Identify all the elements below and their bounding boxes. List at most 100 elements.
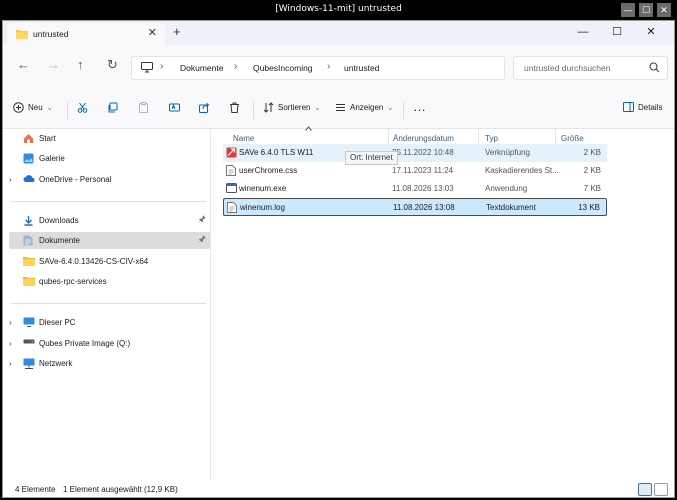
sidebar-item-label: qubes-rpc-services xyxy=(39,277,107,286)
download-icon xyxy=(23,215,34,228)
sort-ascending-icon xyxy=(305,126,312,133)
breadcrumb-untrusted[interactable]: untrusted xyxy=(344,63,379,73)
view-button[interactable]: Anzeigen ⌄ xyxy=(335,102,393,113)
tab-close-icon[interactable]: ✕ xyxy=(148,26,157,39)
text-file-icon xyxy=(227,202,237,215)
expand-chevron-icon[interactable]: › xyxy=(9,318,17,327)
expand-chevron-icon[interactable]: › xyxy=(9,339,17,348)
window-controls: — ☐ ✕ xyxy=(566,22,668,42)
scissors-icon xyxy=(77,102,88,113)
new-tab-button[interactable]: + xyxy=(173,24,181,39)
file-type: Anwendung xyxy=(485,184,528,193)
sidebar-item-start[interactable]: Start xyxy=(9,130,210,147)
plus-circle-icon xyxy=(13,102,24,113)
sidebar-item-qubes-private-image[interactable]: › Qubes Private Image (Q:) xyxy=(9,335,210,352)
column-header-type[interactable]: Typ xyxy=(485,134,498,143)
chevron-down-icon: ⌄ xyxy=(46,104,53,112)
share-button[interactable] xyxy=(199,102,210,113)
details-view-button[interactable] xyxy=(638,483,652,496)
sidebar-item-save-folder[interactable]: SAVe-6.4.0.13426-CS-CIV-x64 xyxy=(9,253,210,270)
more-options-button[interactable]: … xyxy=(413,99,426,114)
maximize-button[interactable]: ☐ xyxy=(600,22,634,42)
breadcrumb-qubesincoming[interactable]: QubesIncoming xyxy=(253,63,313,73)
close-button[interactable]: ✕ xyxy=(634,22,668,42)
sidebar-item-onedrive[interactable]: › OneDrive - Personal xyxy=(9,171,210,188)
delete-button[interactable] xyxy=(229,102,240,113)
address-bar[interactable]: › Dokumente › QubesIncoming › untrusted xyxy=(131,56,505,80)
file-list: Name Änderungsdatum Typ Größe SAVe 6.4.0… xyxy=(213,126,674,481)
file-size: 13 KB xyxy=(578,203,600,212)
forward-button[interactable]: → xyxy=(47,58,60,72)
clipboard-icon xyxy=(139,102,148,113)
paste-button[interactable] xyxy=(138,102,149,113)
details-pane-icon xyxy=(623,102,634,112)
file-size: 7 KB xyxy=(583,184,601,193)
file-name: SAVe 6.4.0 TLS W11 xyxy=(239,148,314,157)
status-bar: 4 Elemente 1 Element ausgewählt (12,9 KB… xyxy=(3,481,674,497)
divider xyxy=(11,303,206,304)
file-date: 11.08.2026 13:08 xyxy=(393,203,455,212)
trash-icon xyxy=(230,102,239,113)
file-size: 2 KB xyxy=(583,166,601,175)
vm-close-button[interactable]: ✕ xyxy=(657,3,671,17)
column-header-size[interactable]: Größe xyxy=(561,134,584,143)
minimize-button[interactable]: — xyxy=(566,22,600,42)
column-header-name[interactable]: Name xyxy=(233,134,254,143)
new-label: Neu xyxy=(28,103,43,112)
expand-chevron-icon[interactable]: › xyxy=(9,175,17,184)
tiles-view-button[interactable] xyxy=(654,483,668,496)
search-box[interactable]: untrusted durchsuchen xyxy=(513,56,668,80)
details-button[interactable]: Details xyxy=(623,102,662,112)
sidebar-item-label: Qubes Private Image (Q:) xyxy=(39,339,131,348)
table-row[interactable]: userChrome.css 17.11.2023 11:24 Kaskadie… xyxy=(223,162,607,180)
file-date: 25.11.2022 10:48 xyxy=(392,148,454,157)
navigation-pane: Start Galerie › OneDrive - Personal Down… xyxy=(3,129,211,481)
breadcrumb-dokumente[interactable]: Dokumente xyxy=(180,63,223,73)
folder-icon xyxy=(23,256,35,268)
share-icon xyxy=(199,102,210,113)
sidebar-item-qubes-rpc-services[interactable]: qubes-rpc-services xyxy=(9,273,210,290)
expand-chevron-icon[interactable]: › xyxy=(9,359,17,368)
up-button[interactable]: ↑ xyxy=(77,58,84,72)
network-icon xyxy=(23,358,35,371)
vm-minimize-button[interactable]: — xyxy=(621,3,635,17)
column-header-date[interactable]: Änderungsdatum xyxy=(393,134,454,143)
new-button[interactable]: Neu ⌄ xyxy=(13,102,53,113)
pin-icon[interactable] xyxy=(198,214,206,225)
sort-button[interactable]: Sortieren ⌄ xyxy=(263,102,320,113)
tab-label: untrusted xyxy=(33,29,69,39)
search-icon xyxy=(649,62,660,75)
table-row[interactable]: winenum.exe 11.08.2026 13:03 Anwendung 7… xyxy=(223,180,607,198)
tab-untrusted[interactable]: untrusted ✕ xyxy=(7,23,165,45)
vm-maximize-button[interactable]: ☐ xyxy=(639,3,653,17)
vm-title-bar: [Windows-11-mit] untrusted — ☐ ✕ xyxy=(0,0,677,20)
sidebar-item-galerie[interactable]: Galerie xyxy=(9,150,210,167)
pin-icon[interactable] xyxy=(198,234,206,245)
sidebar-item-dokumente[interactable]: Dokumente xyxy=(9,232,210,249)
selection-info: 1 Element ausgewählt (12,9 KB) xyxy=(63,485,178,494)
table-row-selected[interactable]: winenum.log 11.08.2026 13:08 Textdokumen… xyxy=(223,198,607,216)
document-icon xyxy=(23,235,33,248)
breadcrumb-separator[interactable]: › xyxy=(160,61,163,72)
sidebar-item-downloads[interactable]: Downloads xyxy=(9,212,210,229)
table-row[interactable]: SAVe 6.4.0 TLS W11 25.11.2022 10:48 Verk… xyxy=(223,144,607,162)
sidebar-item-netzwerk[interactable]: › Netzwerk xyxy=(9,355,210,372)
sidebar-item-label: Dieser PC xyxy=(39,318,76,327)
location-tooltip: Ort: Internet xyxy=(345,151,398,165)
cut-button[interactable] xyxy=(77,102,88,113)
css-file-icon xyxy=(226,165,236,178)
rename-button[interactable] xyxy=(169,102,180,113)
file-date: 11.08.2026 13:03 xyxy=(392,184,454,193)
refresh-button[interactable]: ↻ xyxy=(107,58,118,72)
breadcrumb-separator[interactable]: › xyxy=(234,61,237,72)
breadcrumb-separator[interactable]: › xyxy=(327,61,330,72)
vm-window-controls: — ☐ ✕ xyxy=(621,3,671,17)
tab-strip: untrusted ✕ + — ☐ ✕ xyxy=(3,21,674,45)
sidebar-item-dieser-pc[interactable]: › Dieser PC xyxy=(9,314,210,331)
home-icon xyxy=(23,133,34,146)
copy-button[interactable] xyxy=(107,102,118,113)
back-button[interactable]: ← xyxy=(17,58,30,72)
view-list-icon xyxy=(336,104,345,111)
cloud-icon xyxy=(23,174,35,185)
file-size: 2 KB xyxy=(583,148,601,157)
